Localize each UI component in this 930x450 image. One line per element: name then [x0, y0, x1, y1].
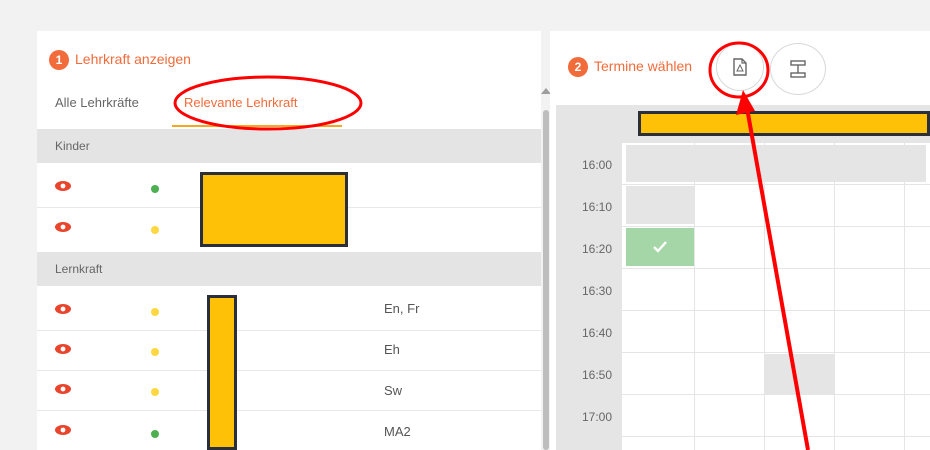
blocked-slot	[626, 186, 694, 224]
status-dot-green	[151, 185, 159, 193]
tab-all-teachers[interactable]: Alle Lehrkräfte	[55, 95, 139, 110]
eye-icon[interactable]	[54, 303, 72, 315]
redacted-column-header	[638, 111, 930, 136]
redacted-teacher-name	[200, 172, 348, 247]
eye-icon[interactable]	[54, 221, 72, 233]
grid-line	[556, 436, 930, 437]
layout-icon	[790, 60, 806, 78]
step-1-badge: 1	[49, 50, 69, 70]
grid-line	[556, 352, 930, 353]
step-2-badge: 2	[568, 57, 588, 77]
blocked-slot	[626, 145, 926, 182]
eye-icon[interactable]	[54, 383, 72, 395]
eye-icon[interactable]	[54, 180, 72, 192]
teacher-subject: En, Fr	[384, 301, 420, 316]
appointment-panel: 2 Termine wählen 16:00 16:10 16:20 16:30…	[550, 31, 930, 450]
grid-line	[764, 143, 765, 450]
selected-slot[interactable]	[626, 228, 694, 266]
teacher-subject: MA2	[384, 424, 411, 439]
status-dot-yellow	[151, 308, 159, 316]
eye-icon[interactable]	[54, 343, 72, 355]
teacher-panel-title: Lehrkraft anzeigen	[75, 51, 191, 67]
grid-line	[834, 143, 835, 450]
pdf-export-button[interactable]	[716, 43, 764, 91]
eye-icon[interactable]	[54, 424, 72, 436]
step-1-number: 1	[55, 53, 63, 67]
scrollbar[interactable]	[543, 110, 549, 450]
group-header-lernkraft: Lernkraft	[37, 252, 541, 286]
row-divider	[37, 370, 541, 371]
tab-relevant-teacher[interactable]: Relevante Lehrkraft	[184, 95, 297, 110]
time-label: 16:50	[582, 368, 613, 382]
grid-line	[556, 226, 930, 227]
row-divider	[37, 330, 541, 331]
time-label: 16:00	[582, 158, 613, 172]
status-dot-yellow	[151, 226, 159, 234]
blocked-slot	[764, 354, 834, 394]
schedule-grid: 16:00 16:10 16:20 16:30 16:40 16:50 17:0…	[556, 105, 930, 450]
status-dot-yellow	[151, 348, 159, 356]
appointment-panel-title: Termine wählen	[594, 58, 693, 74]
time-label: 16:20	[582, 242, 613, 256]
status-dot-yellow	[151, 388, 159, 396]
teacher-subject: Eh	[384, 342, 400, 357]
pdf-icon	[733, 58, 747, 76]
step-2-number: 2	[574, 60, 582, 74]
grid-line	[694, 143, 695, 450]
grid-line	[556, 310, 930, 311]
time-label: 16:10	[582, 200, 613, 214]
redacted-teacher-name	[207, 295, 237, 450]
checkmark-icon	[653, 241, 667, 253]
layout-button[interactable]	[770, 43, 826, 95]
time-label: 16:30	[582, 284, 613, 298]
time-label: 16:40	[582, 326, 613, 340]
time-label: 17:00	[582, 410, 613, 424]
grid-line	[556, 394, 930, 395]
teacher-panel: 1 Lehrkraft anzeigen Alle Lehrkräfte Rel…	[37, 31, 541, 450]
group-header-kinder: Kinder	[37, 129, 541, 163]
active-tab-indicator	[172, 125, 342, 127]
grid-line	[556, 268, 930, 269]
row-divider	[37, 410, 541, 411]
status-dot-green	[151, 430, 159, 438]
grid-line	[904, 143, 905, 450]
grid-line	[556, 184, 930, 185]
teacher-subject: Sw	[384, 383, 403, 398]
